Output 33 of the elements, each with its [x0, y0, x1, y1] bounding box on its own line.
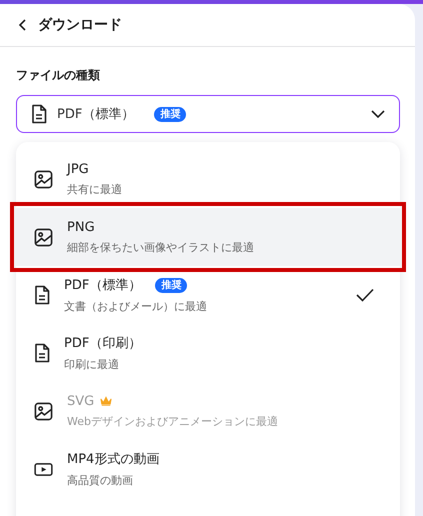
document-icon: [34, 343, 50, 363]
option-description: 細部を保ちたい画像やイラストに最適: [67, 240, 254, 254]
option-description: Webデザインおよびアニメーションに最適: [67, 414, 278, 428]
option-description: 高品質の動画: [67, 473, 134, 488]
panel-title: ダウンロード: [38, 16, 122, 34]
recommended-badge: 推奨: [154, 106, 186, 122]
video-icon: [34, 462, 53, 476]
crown-icon: [100, 396, 112, 406]
recommended-badge: 推奨: [155, 278, 188, 292]
option-description: 印刷に最適: [64, 357, 120, 372]
file-type-option[interactable]: PDF（印刷） 印刷に最適: [16, 324, 400, 382]
option-name: PNG: [67, 220, 95, 234]
image-icon: [34, 228, 53, 246]
file-type-option[interactable]: MP4形式の動画 高品質の動画: [16, 440, 400, 498]
option-name: JPG: [67, 162, 89, 176]
option-description: 共有に最適: [67, 182, 122, 196]
option-name: SVG: [67, 394, 94, 408]
back-icon[interactable]: [18, 18, 28, 32]
option-name: PDF（印刷）: [64, 335, 142, 352]
image-icon: [34, 170, 53, 188]
file-type-option[interactable]: PDF（標準） 推奨 文書（およびメール）に最適: [16, 266, 400, 324]
image-icon: [34, 402, 53, 420]
selected-value: PDF（標準）: [57, 106, 134, 123]
chevron-down-icon: [371, 110, 385, 118]
document-icon: [31, 104, 47, 124]
file-type-dropdown[interactable]: PDF（標準） 推奨: [16, 95, 400, 133]
option-description: 文書（およびメール）に最適: [64, 299, 207, 314]
file-type-option[interactable]: PNG 細部を保ちたい画像やイラストに最適: [16, 208, 400, 266]
file-type-option[interactable]: JPG 共有に最適: [16, 150, 400, 208]
option-name: PDF（標準）: [64, 277, 142, 294]
option-name: MP4形式の動画: [67, 451, 160, 468]
field-label: ファイルの種類: [16, 67, 101, 84]
document-icon: [34, 285, 50, 305]
